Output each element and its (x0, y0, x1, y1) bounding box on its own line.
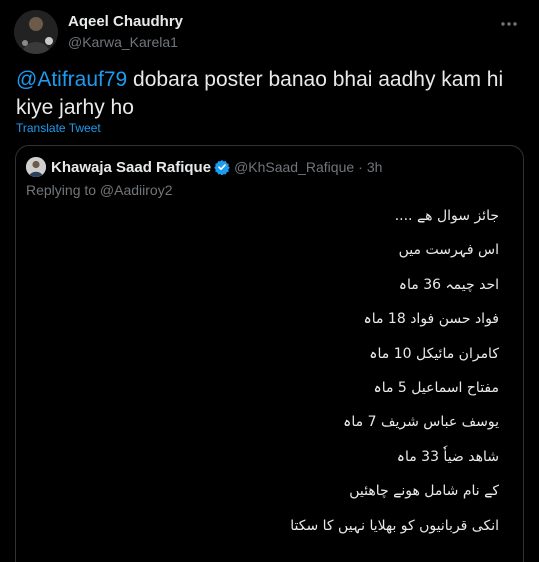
quoted-tweet-body: جائز سوال ھے .... اس فہرست میں احد چیمہ … (39, 203, 499, 547)
meta-separator: · (358, 159, 363, 175)
quoted-timestamp[interactable]: 3h (367, 159, 383, 175)
tweet: Aqeel Chaudhry @Karwa_Karela1 @Atifrauf7… (0, 0, 539, 562)
quoted-line: یوسف عباس شریف 7 ماہ (343, 414, 499, 431)
author-avatar[interactable] (14, 10, 58, 54)
quoted-line: کے نام شامل ھونے چاھئیں (349, 483, 499, 500)
author-info: Aqeel Chaudhry @Karwa_Karela1 (68, 13, 183, 51)
verified-badge-icon (214, 160, 230, 175)
quoted-line: احد چیمہ 36 ماہ (398, 276, 499, 293)
author-handle[interactable]: @Karwa_Karela1 (68, 33, 183, 51)
quoted-author-avatar[interactable] (26, 157, 46, 177)
more-horizontal-icon (501, 22, 517, 26)
tweet-header: Aqeel Chaudhry @Karwa_Karela1 (14, 10, 525, 54)
tweet-text: @Atifrauf79 dobara poster banao bhai aad… (16, 66, 516, 122)
more-options-button[interactable] (499, 14, 519, 34)
avatar-photo-icon (14, 10, 58, 54)
author-name[interactable]: Aqeel Chaudhry (68, 13, 183, 31)
quoted-author-name[interactable]: Khawaja Saad Rafique (51, 159, 211, 176)
quoted-line: اس فہرست میں (398, 242, 499, 259)
quoted-tweet[interactable]: Khawaja Saad Rafique @KhSaad_Rafique · 3… (15, 145, 524, 562)
replying-to: Replying to @Aadiiroy2 (26, 182, 173, 198)
quoted-line: انکی قربانیوں کو بھلایا نہیں کا سکتا (290, 517, 499, 534)
quoted-line: کامران مائیکل 10 ماہ (369, 345, 499, 362)
mention-link[interactable]: @Atifrauf79 (16, 68, 127, 91)
quoted-author-handle[interactable]: @KhSaad_Rafique (234, 159, 354, 175)
quoted-line: شاھد ضیاٗ 33 ماہ (396, 448, 499, 465)
avatar-photo-icon (26, 157, 46, 177)
quoted-line: فواد حسن فواد 18 ماہ (363, 311, 500, 328)
quoted-line: جائز سوال ھے .... (394, 208, 499, 224)
quoted-tweet-header: Khawaja Saad Rafique @KhSaad_Rafique · 3… (26, 157, 382, 177)
translate-tweet-link[interactable]: Translate Tweet (16, 121, 101, 135)
quoted-line: مفتاح اسماعیل 5 ماہ (373, 379, 499, 396)
